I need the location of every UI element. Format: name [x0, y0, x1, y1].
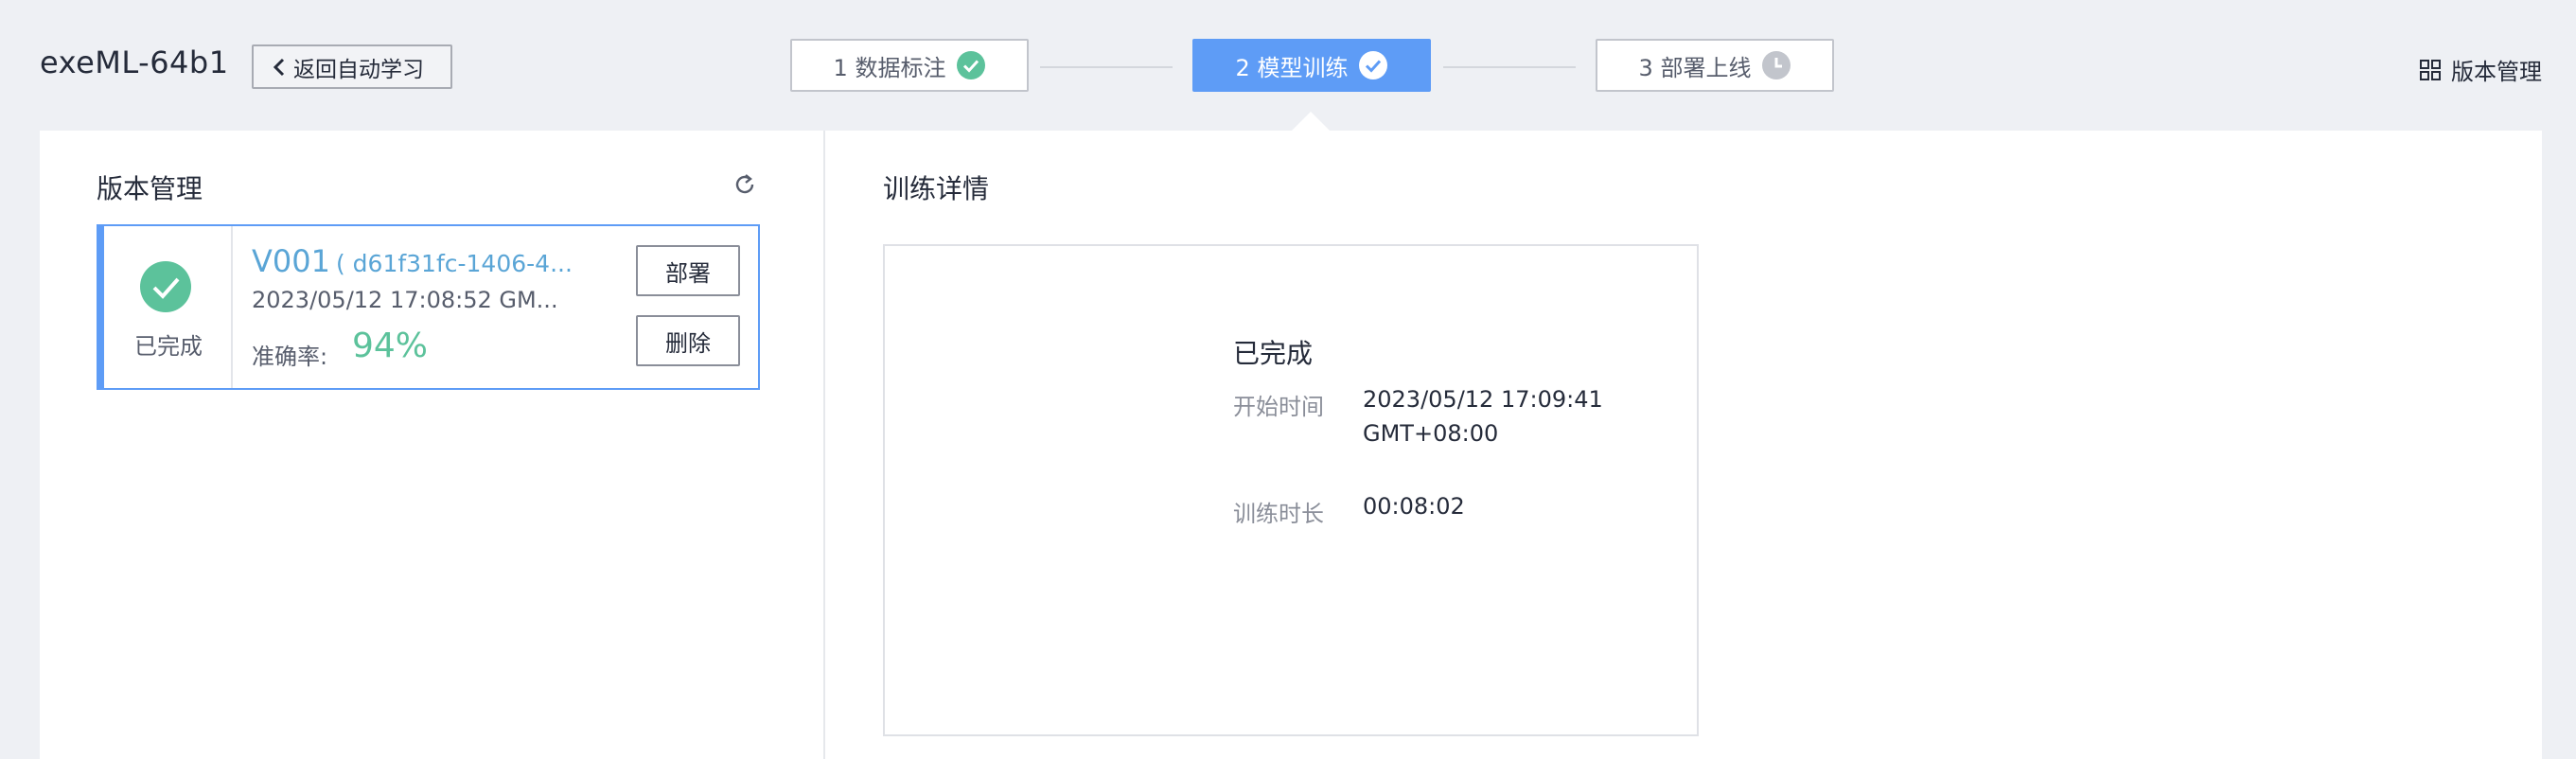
version-time: 2023/05/12 17:08:52 GM...: [252, 287, 558, 313]
check-circle-icon: [1359, 51, 1388, 79]
back-button-label: 返回自动学习: [293, 57, 424, 82]
step-connector: [1040, 66, 1173, 68]
version-id: ( d61f31fc-1406-4...: [335, 250, 573, 277]
start-time-label: 开始时间: [1233, 394, 1324, 420]
delete-button[interactable]: 删除: [636, 315, 740, 366]
step-data-labeling[interactable]: 1 数据标注: [790, 39, 1029, 92]
step-connector: [1443, 66, 1576, 68]
start-time-zone: GMT+08:00: [1363, 420, 1499, 447]
check-circle-icon: [140, 261, 191, 312]
step-label: 3 部署上线: [1638, 54, 1752, 81]
clock-icon: [1762, 51, 1791, 79]
start-time-date: 2023/05/12 17:09:41: [1363, 386, 1603, 413]
panel-divider: [823, 131, 825, 759]
version-status: 已完成: [104, 226, 233, 388]
chevron-left-icon: [273, 58, 285, 76]
status-text: 已完成: [134, 333, 203, 360]
app-title: exeML-64b1: [40, 44, 229, 80]
start-time-value: 2023/05/12 17:09:41 GMT+08:00: [1363, 382, 1647, 450]
step-label: 1 数据标注: [833, 54, 946, 81]
step-model-training[interactable]: 2 模型训练: [1192, 39, 1431, 92]
top-bar: exeML-64b1 返回自动学习 1 数据标注 2 模型训练 3 部署上线 版…: [0, 0, 2576, 131]
version-name: V001( d61f31fc-1406-4...: [252, 243, 583, 279]
training-details-title: 训练详情: [883, 173, 990, 204]
version-management-link[interactable]: 版本管理: [2419, 53, 2542, 86]
active-step-pointer: [1292, 112, 1330, 131]
duration-value: 00:08:02: [1363, 493, 1465, 520]
check-circle-icon: [957, 51, 986, 79]
accuracy-value: 94%: [352, 327, 429, 365]
step-label: 2 模型训练: [1235, 54, 1349, 81]
version-list-title: 版本管理: [97, 173, 203, 204]
back-to-auto-learning-button[interactable]: 返回自动学习: [252, 44, 452, 89]
accuracy-label: 准确率:: [252, 344, 328, 370]
refresh-icon[interactable]: [732, 172, 757, 197]
deploy-button[interactable]: 部署: [636, 245, 740, 296]
training-status: 已完成: [1233, 338, 1314, 369]
version-number: V001: [252, 243, 330, 279]
version-card[interactable]: 已完成 V001( d61f31fc-1406-4... 2023/05/12 …: [97, 224, 760, 390]
training-details-box: 已完成 开始时间 2023/05/12 17:09:41 GMT+08:00 训…: [883, 244, 1699, 736]
grid-icon: [2420, 59, 2441, 80]
duration-label: 训练时长: [1233, 501, 1324, 527]
step-deploy-online[interactable]: 3 部署上线: [1596, 39, 1834, 92]
version-management-label: 版本管理: [2451, 59, 2542, 85]
